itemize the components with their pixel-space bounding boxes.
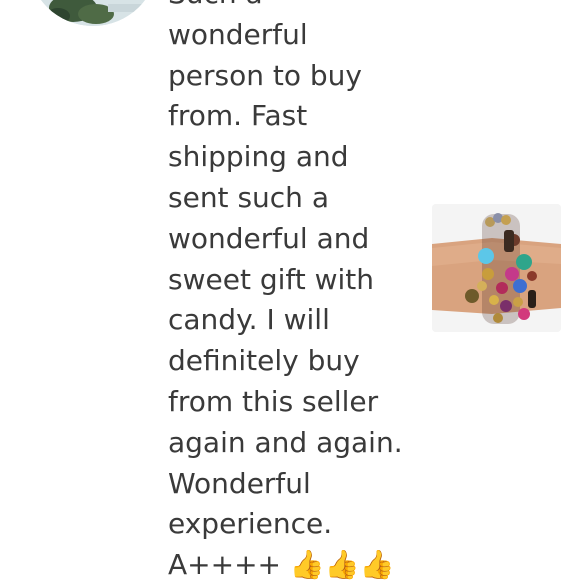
beaded-bracelet-icon bbox=[432, 204, 561, 332]
reviewer-avatar[interactable] bbox=[28, 0, 158, 26]
review-card: Such a wonderful person to buy from. Fas… bbox=[0, 0, 580, 580]
product-photo[interactable] bbox=[432, 204, 561, 332]
avatar-photo-icon bbox=[28, 0, 158, 26]
review-text: Such a wonderful person to buy from. Fas… bbox=[168, 0, 403, 580]
